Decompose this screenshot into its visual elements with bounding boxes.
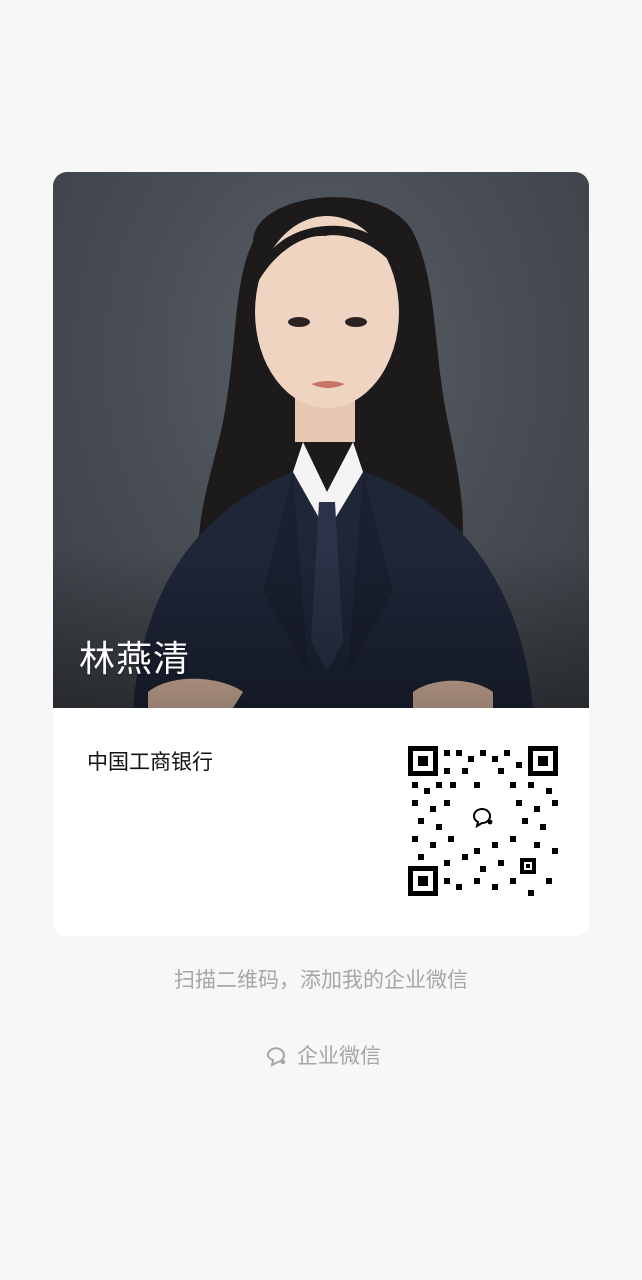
company-name: 中国工商银行 (87, 750, 213, 774)
wecom-label: 企业微信 (297, 1044, 381, 1068)
scan-hint-text: 扫描二维码，添加我的企业微信 (174, 968, 468, 992)
qr-code-icon[interactable] (408, 746, 558, 896)
wecom-icon (266, 1047, 286, 1067)
business-card: 林燕清 中国工商银行 (53, 172, 589, 936)
wecom-brand: 企业微信 (0, 1040, 642, 1070)
portrait-illustration (53, 172, 589, 708)
contact-name: 林燕清 (79, 639, 191, 680)
profile-photo: 林燕清 (53, 172, 589, 708)
